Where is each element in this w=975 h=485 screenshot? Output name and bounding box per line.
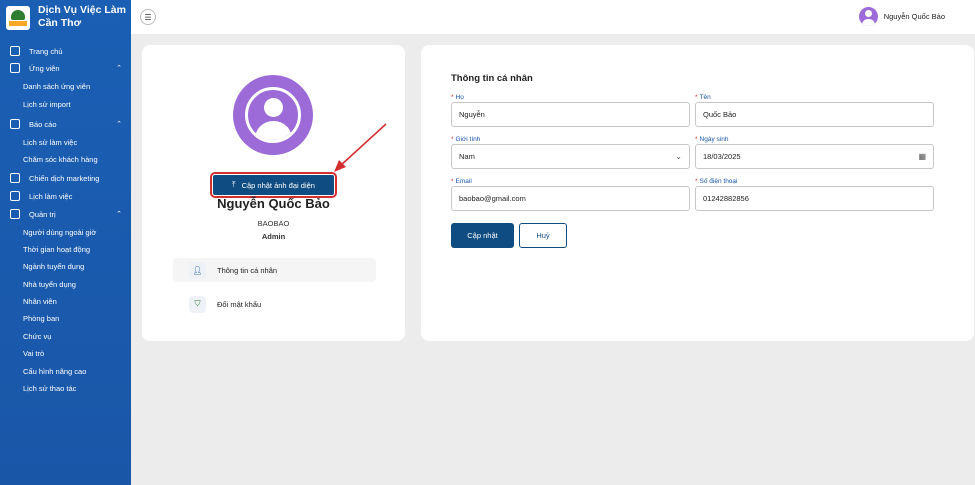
sidebar-item[interactable]: Lịch sử import (0, 96, 131, 112)
ho-label: * Họ (451, 94, 464, 101)
sidebar-item[interactable]: Chức vụ (0, 328, 131, 344)
calendar-icon[interactable]: ▦ (918, 152, 926, 161)
chevron-up-icon[interactable]: ⌃ (116, 64, 122, 72)
gender-select[interactable]: Nam ⌄ (451, 144, 690, 169)
dob-field[interactable]: 18/03/2025 ▦ (695, 144, 934, 169)
submit-button[interactable]: Cập nhật (451, 223, 514, 248)
sidebar-item[interactable]: Người dùng ngoài giờ (0, 224, 131, 240)
sidebar-item-label: Vai trò (23, 348, 45, 358)
sidebar-item[interactable]: Thời gian hoạt động (0, 241, 131, 257)
brand-line1: Dịch Vụ Việc Làm (38, 4, 126, 16)
phone-label: * Số điện thoại (695, 178, 738, 185)
sidebar-item-label: Chiến dịch marketing (29, 173, 100, 183)
sidebar-item[interactable]: Danh sách ứng viên (0, 78, 131, 94)
sidebar-item-label: Lịch sử thao tác (23, 383, 77, 393)
sidebar-item[interactable]: Lịch làm việc (0, 188, 131, 204)
sidebar-item-label: Chăm sóc khách hàng (23, 154, 98, 164)
sidebar-item[interactable]: Trang chủ (0, 43, 131, 59)
upload-avatar-button[interactable]: ⤒ Cập nhật ảnh đại diện (210, 172, 337, 198)
annotation-arrow-icon (334, 123, 387, 172)
sidebar-item[interactable]: Lịch sử thao tác (0, 380, 131, 396)
avatar (858, 7, 878, 26)
topbar: ☰ Nguyễn Quốc Bảo (131, 0, 975, 34)
sidebar-item-label: Báo cáo (29, 119, 57, 129)
sidebar-item-label: Nhà tuyển dụng (23, 279, 76, 289)
sidebar-item-label: Ứng viên (29, 63, 60, 73)
sidebar-item-label: Cấu hình nâng cao (23, 366, 87, 376)
sidebar-item-label: Ngành tuyển dụng (23, 261, 85, 271)
sidebar-item-label: Phòng ban (23, 313, 60, 323)
report-icon (10, 119, 20, 129)
sidebar-item[interactable]: Vai trò (0, 345, 131, 361)
user-icon: 👤︎ (189, 261, 206, 279)
link-personal-info-label: Thông tin cá nhân (217, 265, 278, 275)
sidebar-item[interactable]: Ứng viên ⌃ (0, 60, 131, 76)
profile-name: Nguyễn Quốc Bảo (217, 196, 330, 211)
email-field[interactable]: baobao@gmail.com (451, 186, 690, 211)
chevron-up-icon[interactable]: ⌃ (116, 120, 122, 128)
phone-field[interactable]: 01242882856 (695, 186, 934, 211)
brand-line2: Cần Thơ (38, 17, 82, 29)
sidebar-item-label: Lịch sử làm việc (23, 137, 78, 147)
link-change-password[interactable]: ⛉ Đổi mật khẩu (173, 292, 376, 316)
profile-role: Admin (261, 232, 286, 241)
link-change-password-label: Đổi mật khẩu (217, 299, 262, 309)
profile-avatar (233, 75, 313, 155)
sidebar-item-label: Nhân viên (23, 296, 57, 306)
email-label: * Email (451, 178, 472, 185)
shield-icon: ⛉ (189, 295, 206, 313)
sidebar-item-label: Quản trị (29, 209, 56, 219)
gender-label: * Giới tính (451, 136, 481, 143)
sidebar-item[interactable]: Lịch sử làm việc (0, 134, 131, 150)
sidebar-item-label: Người dùng ngoài giờ (23, 227, 97, 237)
admin-icon (10, 209, 20, 219)
sidebar-item-label: Lịch sử import (23, 99, 71, 109)
ten-label: * Tên (695, 94, 711, 101)
brand[interactable]: Dịch Vụ Việc Làm Cần Thơ (0, 0, 131, 34)
candidate-icon (10, 63, 20, 73)
sidebar-item-label: Trang chủ (29, 46, 63, 56)
ho-field[interactable]: Nguyễn (451, 102, 690, 127)
personal-info-form: Thông tin cá nhân * Họ Nguyễn * Tên Quốc B… (421, 45, 974, 341)
form-title: Thông tin cá nhân (451, 73, 533, 84)
calendar-icon (10, 191, 20, 201)
user-name: Nguyễn Quốc Bảo (883, 12, 945, 21)
chevron-down-icon: ⌄ (675, 152, 682, 161)
sidebar-item-label: Danh sách ứng viên (23, 81, 91, 91)
sidebar-item[interactable]: Chăm sóc khách hàng (0, 151, 131, 167)
user-menu[interactable]: Nguyễn Quốc Bảo (858, 7, 945, 26)
sidebar-item-label: Chức vụ (23, 331, 52, 341)
sidebar-item[interactable]: Ngành tuyển dụng (0, 258, 131, 274)
sidebar-item-label: Lịch làm việc (29, 191, 73, 201)
sidebar-item[interactable]: Cấu hình nâng cao (0, 363, 131, 379)
logo (6, 6, 30, 30)
dob-label: * Ngày sinh (695, 136, 729, 143)
sidebar-item[interactable]: Quản trị ⌃ (0, 206, 131, 222)
ten-field[interactable]: Quốc Bảo (695, 102, 934, 127)
sidebar: Dịch Vụ Việc Làm Cần Thơ Trang chủ Ứng vi… (0, 0, 131, 485)
cancel-button[interactable]: Huỷ (519, 223, 567, 248)
campaign-icon (10, 173, 20, 183)
profile-card: ⤒ Cập nhật ảnh đại diện Nguyễn Quốc Bảo … (142, 45, 405, 341)
sidebar-item[interactable]: Phòng ban (0, 310, 131, 326)
upload-avatar-label: Cập nhật ảnh đại diện (241, 180, 315, 190)
upload-icon: ⤒ (232, 180, 236, 189)
sidebar-item[interactable]: Nhà tuyển dụng (0, 276, 131, 292)
menu-toggle-icon[interactable]: ☰ (140, 9, 156, 25)
sidebar-item[interactable]: Chiến dịch marketing (0, 170, 131, 186)
sidebar-item-label: Thời gian hoạt động (23, 244, 91, 254)
home-icon (10, 46, 20, 56)
chevron-up-icon[interactable]: ⌃ (116, 210, 122, 218)
sidebar-item[interactable]: Nhân viên (0, 293, 131, 309)
sidebar-item[interactable]: Báo cáo ⌃ (0, 116, 131, 132)
brand-title: Dịch Vụ Việc Làm Cần Thơ (38, 4, 126, 30)
link-personal-info[interactable]: 👤︎ Thông tin cá nhân (173, 258, 376, 282)
profile-username: BAOBAO (257, 219, 290, 228)
